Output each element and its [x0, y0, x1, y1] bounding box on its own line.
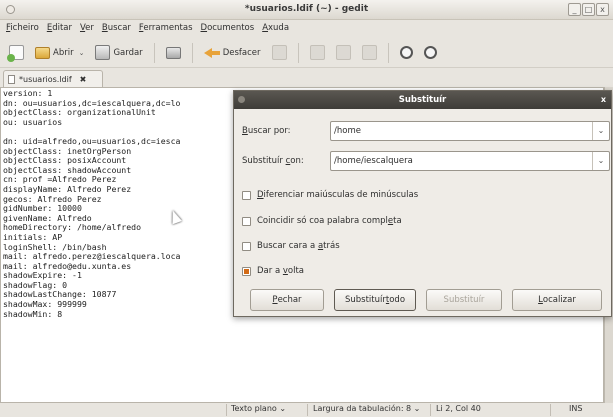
checkbox-icon[interactable] [242, 216, 251, 226]
undo-button[interactable]: Desfacer [200, 42, 265, 64]
cut-button[interactable] [306, 42, 329, 64]
dialog-title: Substituír [398, 95, 447, 105]
checkbox-icon[interactable] [242, 241, 251, 251]
paste-icon [361, 45, 377, 60]
replace-row: Substituír con: /home/iescalquera ⌄ [242, 151, 610, 171]
toolbar: Abrir ⌄ Gardar Desfacer [0, 38, 613, 68]
find-button[interactable] [396, 42, 417, 64]
replace-button[interactable] [420, 42, 441, 64]
copy-button[interactable] [332, 42, 355, 64]
menu-buscar[interactable]: Buscar [99, 20, 136, 37]
chevron-down-icon[interactable]: ⌄ [592, 152, 609, 170]
statusbar-separator [226, 404, 227, 416]
open-button[interactable]: Abrir ⌄ [31, 42, 88, 64]
copy-icon [335, 45, 351, 60]
close-window-button[interactable]: x [596, 3, 609, 16]
match-case-checkbox[interactable]: Diferenciar maiúsculas de minúsculas [242, 190, 418, 200]
new-button[interactable] [5, 42, 28, 64]
match-case-label: Diferenciar maiúsculas de minúsculas [257, 190, 419, 200]
undo-label: Desfacer [222, 47, 261, 58]
menu-documentos[interactable]: Documentos [198, 20, 260, 37]
search-replace-icon [423, 46, 437, 59]
statusbar-separator [307, 404, 308, 416]
checkbox-icon[interactable] [242, 190, 251, 200]
toolbar-separator [191, 42, 193, 63]
chevron-down-icon[interactable]: ⌄ [592, 122, 609, 140]
folder-open-icon [35, 46, 50, 59]
tab-label: *usuarios.ldif [19, 74, 72, 84]
save-label: Gardar [113, 47, 143, 58]
paste-button[interactable] [358, 42, 381, 64]
undo-icon [203, 47, 220, 58]
search-backwards-checkbox[interactable]: Buscar cara a atrás [242, 241, 340, 251]
checkbox-checked-icon[interactable] [242, 266, 251, 276]
document-icon [8, 74, 15, 84]
dialog-titlebar: Substituír x [234, 91, 611, 109]
whole-word-label: Coincidir só coa palabra completa [257, 216, 402, 226]
replace-one-button[interactable]: Substituír [426, 289, 502, 311]
replace-dialog: Substituír x Buscar por: /home ⌄ Substit… [233, 90, 612, 317]
wrap-around-label: Dar a volta [257, 266, 305, 276]
tab-width-selector[interactable]: Largura da tabulación: 8 ⌄ [313, 404, 420, 416]
wrap-around-checkbox[interactable]: Dar a volta [242, 266, 304, 276]
new-document-icon [7, 45, 24, 62]
search-label: Buscar por: [242, 126, 291, 136]
document-tabs: *usuarios.ldif ✖ [0, 70, 613, 87]
tab-usuarios-ldif[interactable]: *usuarios.ldif ✖ [3, 70, 103, 87]
replace-combo[interactable]: /home/iescalquera ⌄ [330, 151, 610, 171]
replace-value[interactable]: /home/iescalquera [334, 156, 413, 166]
toolbar-separator [297, 42, 299, 63]
window-title: *usuarios.ldif (~) - gedit [244, 4, 369, 14]
search-combo[interactable]: /home ⌄ [330, 121, 610, 141]
print-icon [165, 46, 181, 59]
menu-ficheiro[interactable]: Ficheiro [3, 20, 44, 37]
whole-word-checkbox[interactable]: Coincidir só coa palabra completa [242, 216, 402, 226]
menubar: Ficheiro Editar Ver Buscar Ferramentas D… [0, 20, 613, 37]
save-button[interactable]: Gardar [91, 42, 146, 64]
dialog-menu-icon[interactable] [238, 96, 245, 103]
cursor-position: Li 2, Col 40 [436, 404, 481, 413]
search-icon [399, 46, 413, 59]
chevron-down-icon[interactable]: ⌄ [79, 49, 85, 57]
redo-button[interactable] [268, 42, 291, 64]
toolbar-separator [153, 42, 155, 63]
save-icon [95, 45, 111, 60]
menu-ver[interactable]: Ver [77, 20, 99, 37]
close-button[interactable]: Pechar [250, 289, 324, 311]
close-tab-icon[interactable]: ✖ [80, 75, 87, 84]
language-selector[interactable]: Texto plano ⌄ [231, 404, 286, 416]
search-backwards-label: Buscar cara a atrás [257, 241, 340, 251]
statusbar: Texto plano ⌄ Largura da tabulación: 8 ⌄… [0, 403, 613, 417]
find-button[interactable]: Localizar [512, 289, 602, 311]
open-label: Abrir [53, 47, 74, 58]
toolbar-separator [387, 42, 389, 63]
statusbar-separator [550, 404, 551, 416]
window-titlebar: *usuarios.ldif (~) - gedit _ □ x [0, 0, 613, 20]
statusbar-separator [430, 404, 431, 416]
close-dialog-icon[interactable]: x [601, 91, 606, 109]
minimize-button[interactable]: _ [568, 3, 581, 16]
replace-all-button[interactable]: Substituír t odo [334, 289, 416, 311]
maximize-button[interactable]: □ [582, 3, 595, 16]
cut-icon [309, 45, 325, 60]
print-button[interactable] [162, 42, 185, 64]
search-value[interactable]: /home [334, 126, 361, 136]
menu-editar[interactable]: Editar [44, 20, 77, 37]
search-row: Buscar por: /home ⌄ [242, 121, 610, 141]
menu-ferramentas[interactable]: Ferramentas [136, 20, 198, 37]
replace-label: Substituír con: [242, 156, 304, 166]
redo-icon [271, 45, 287, 60]
menu-axuda[interactable]: Axuda [259, 20, 294, 37]
insert-mode: INS [569, 404, 583, 413]
